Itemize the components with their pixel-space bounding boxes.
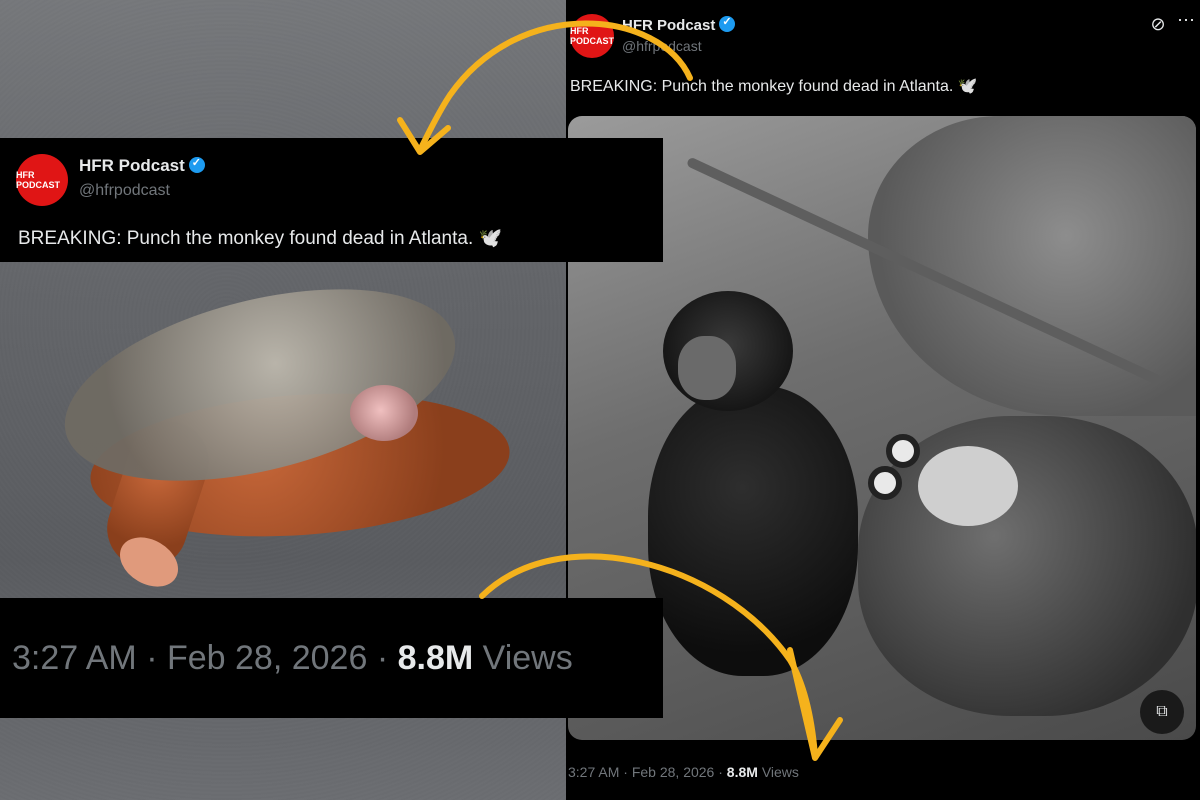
tweet-date: Feb 28, 2026	[166, 638, 368, 677]
meta-line: 3:27 AM · Feb 28, 2026 · 8.8M Views	[12, 639, 573, 678]
display-name[interactable]: HFR Podcast	[622, 15, 736, 34]
separator: ·	[718, 764, 723, 780]
verified-badge-icon	[188, 156, 205, 173]
views-label: Views	[482, 638, 573, 677]
tweet-date[interactable]: Feb 28, 2026	[632, 764, 715, 780]
plush-toy-face	[918, 446, 1018, 526]
tweet-time[interactable]: 3:27 AM	[568, 764, 619, 780]
views-count: 8.8M	[726, 764, 758, 780]
separator: ·	[623, 764, 628, 780]
tweet-text: BREAKING: Punch the monkey found dead in…	[18, 228, 503, 249]
display-name[interactable]: HFR Podcast	[79, 156, 205, 176]
avatar-text: HFR PODCAST	[16, 170, 61, 190]
display-name-text: HFR Podcast	[622, 17, 716, 34]
handle[interactable]: @hfrpodcast	[622, 38, 702, 54]
separator: ·	[146, 638, 158, 677]
monkey-face	[678, 336, 736, 400]
plush-toy-eye	[886, 434, 920, 468]
avatar-text: HFR PODCAST	[570, 26, 615, 46]
tweet-meta: 3:27 AM · Feb 28, 2026 · 8.8M Views	[568, 764, 799, 780]
zoomed-tweet-meta: 3:27 AM · Feb 28, 2026 · 8.8M Views	[0, 598, 663, 718]
tweet-time: 3:27 AM	[12, 638, 137, 677]
baby-monkey-face	[350, 385, 418, 441]
display-name-text: HFR Podcast	[79, 156, 185, 175]
plush-toy-eye	[868, 466, 902, 500]
avatar[interactable]: HFR PODCAST	[16, 154, 68, 206]
zoomed-tweet-header: HFR PODCAST HFR Podcast @hfrpodcast BREA…	[0, 138, 663, 262]
grok-icon[interactable]: ⊘	[1148, 14, 1168, 34]
tweet-text: BREAKING: Punch the monkey found dead in…	[570, 78, 978, 95]
separator: ·	[376, 638, 389, 677]
views-count: 8.8M	[397, 638, 474, 677]
avatar[interactable]: HFR PODCAST	[570, 14, 614, 58]
more-icon[interactable]: ⋯	[1174, 10, 1198, 34]
handle[interactable]: @hfrpodcast	[79, 182, 170, 200]
verified-badge-icon	[719, 15, 736, 32]
tweet-header: HFR PODCAST HFR Podcast @hfrpodcast ⊘ ⋯	[566, 0, 1200, 70]
views-label: Views	[761, 764, 799, 780]
monkey-body	[648, 386, 858, 676]
media-edit-icon[interactable]: ⧉	[1140, 690, 1184, 734]
